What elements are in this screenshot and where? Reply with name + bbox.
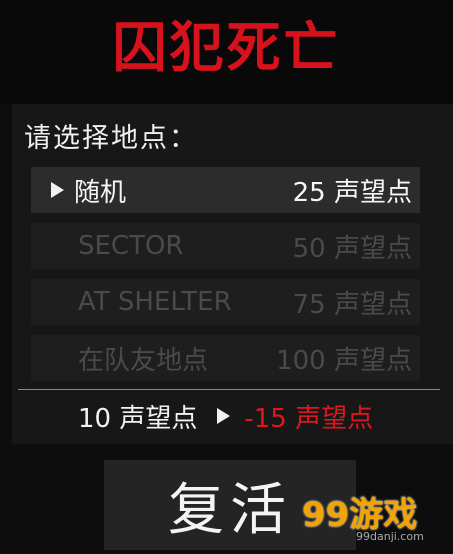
resulting-reputation: -15 声望点 (244, 403, 374, 434)
arrow-right-icon (217, 408, 231, 424)
selected-arrow-icon (51, 182, 64, 198)
location-option-at-shelter: AT SHELTER 75 声望点 (31, 279, 420, 325)
location-option-random[interactable]: 随机 25 声望点 (31, 167, 420, 213)
reputation-balance: 10 声望点 -15 声望点 (78, 396, 373, 436)
option-cost: 100 声望点 (276, 345, 412, 376)
option-name: 在队友地点 (78, 345, 209, 376)
option-cost: 75 声望点 (292, 289, 412, 320)
current-reputation: 10 声望点 (78, 403, 198, 434)
option-name: AT SHELTER (78, 287, 232, 317)
page-title: 囚犯死亡 (112, 16, 341, 79)
option-name: SECTOR (78, 231, 184, 261)
option-name: 随机 (74, 177, 127, 208)
watermark-url: 99danji.com (356, 530, 424, 543)
location-option-sector: SECTOR 50 声望点 (31, 223, 420, 269)
option-cost: 25 声望点 (292, 177, 412, 208)
location-option-teammate: 在队友地点 100 声望点 (31, 335, 420, 381)
divider (18, 389, 440, 390)
option-cost: 50 声望点 (292, 233, 412, 264)
location-prompt: 请选择地点： (24, 123, 198, 154)
